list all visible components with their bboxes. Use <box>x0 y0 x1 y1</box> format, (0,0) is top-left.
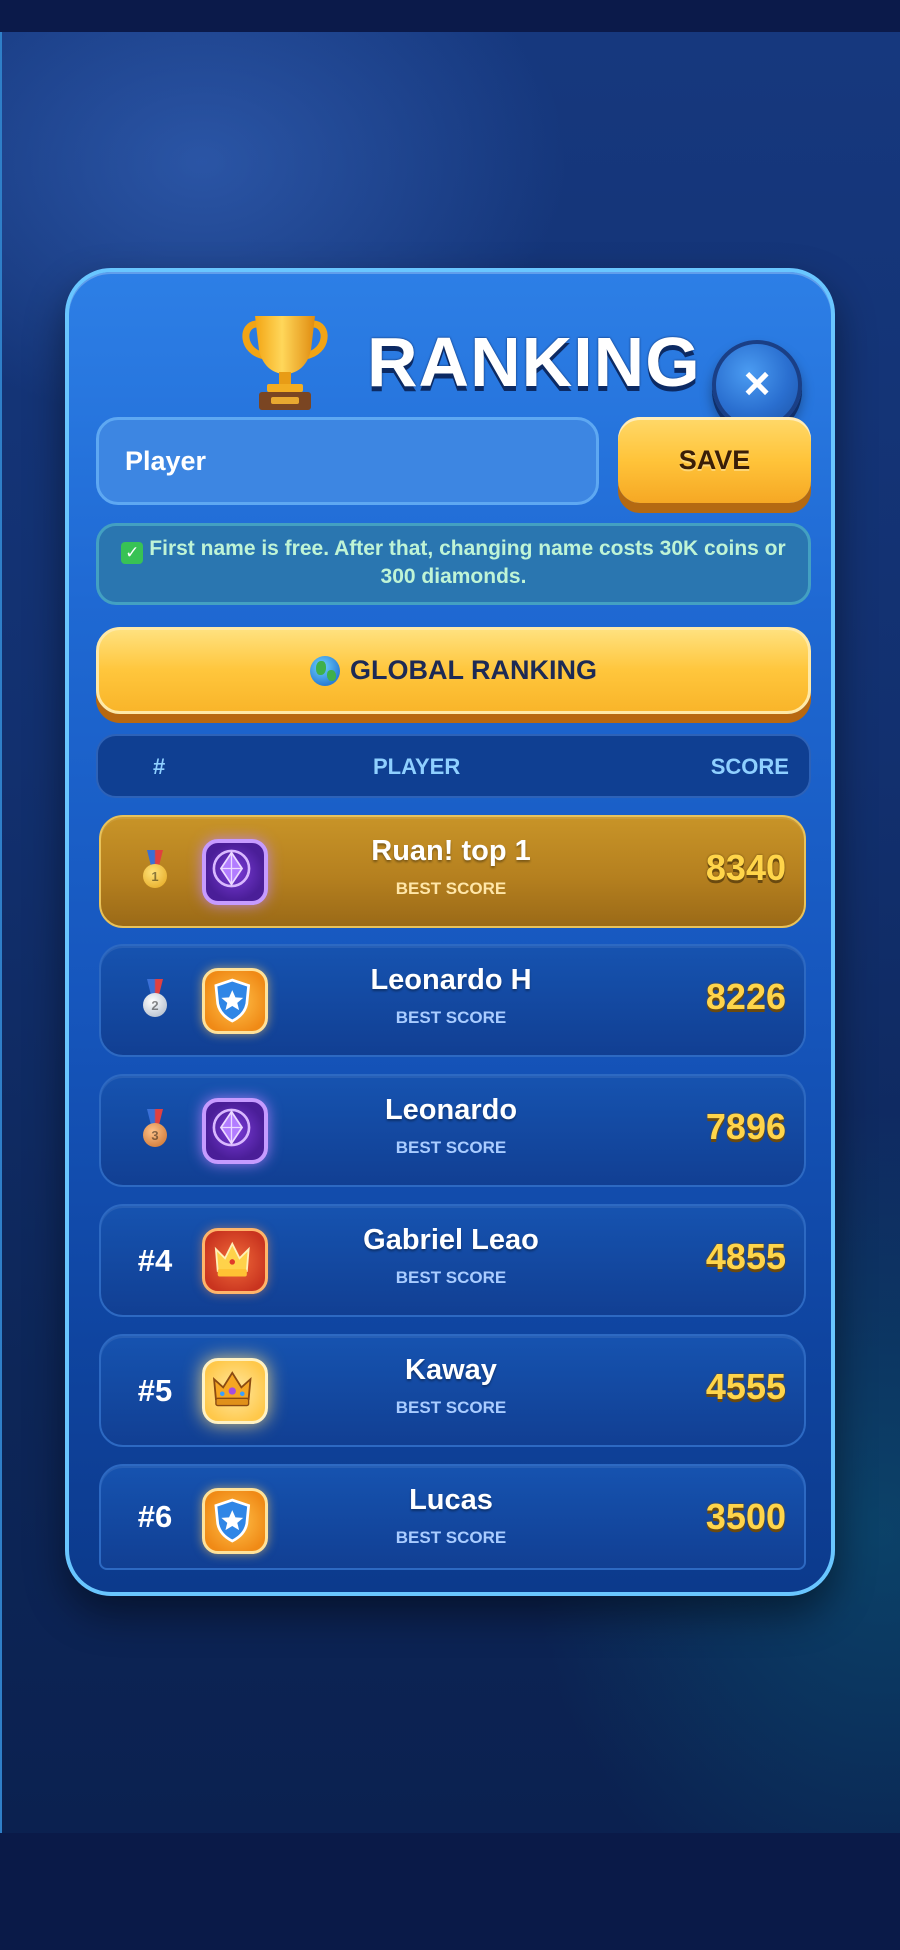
blue-star-shield-avatar-icon <box>202 968 268 1034</box>
bronze-medal-icon: 3 <box>141 1109 169 1153</box>
close-icon: × <box>743 357 771 409</box>
player-score: 8226 <box>705 976 786 1017</box>
notice-text: First name is free. After that, changing… <box>149 537 786 588</box>
player-score: 7896 <box>705 1106 786 1147</box>
player-name: Leonardo <box>384 1094 518 1126</box>
player-score: 4855 <box>705 1236 786 1277</box>
best-score-label: BEST SCORE <box>395 1268 507 1287</box>
best-score-label: BEST SCORE <box>395 1528 507 1547</box>
player-column-header: PLAYER <box>373 754 461 779</box>
ranking-row: 1 Ruan! top 1 BEST SCORE 8340 <box>99 815 806 928</box>
player-name: Gabriel Leao <box>363 1224 539 1256</box>
player-score: 4555 <box>705 1366 786 1407</box>
best-score-label: BEST SCORE <box>395 1398 507 1417</box>
page-title: RANKING <box>367 323 701 401</box>
best-score-label: BEST SCORE <box>395 879 507 898</box>
purple-crystal-avatar-icon <box>202 1098 268 1164</box>
player-name: Kaway <box>405 1354 497 1386</box>
rank-number: #4 <box>137 1242 173 1278</box>
ranking-row: #6 Lucas BEST SCORE 3500 <box>99 1464 806 1570</box>
name-change-notice: ✓ First name is free. After that, changin… <box>96 523 811 605</box>
bottom-bar <box>0 1833 900 1950</box>
best-score-label: BEST SCORE <box>395 1008 507 1027</box>
silver-medal-icon: 2 <box>141 979 169 1023</box>
globe-icon <box>310 655 340 686</box>
top-bar <box>0 0 900 32</box>
player-score: 3500 <box>705 1496 786 1537</box>
ranking-row: 3 Leonardo BEST SCORE 7896 <box>99 1074 806 1187</box>
player-score: 8340 <box>705 847 786 888</box>
player-name-input[interactable] <box>96 417 599 505</box>
save-button[interactable]: SAVE <box>618 417 811 503</box>
global-ranking-button[interactable]: GLOBAL RANKING <box>96 627 811 714</box>
title-row: RANKING × <box>69 310 831 430</box>
red-crown-avatar-icon <box>202 1228 268 1294</box>
gold-medal-icon: 1 <box>141 850 169 894</box>
ranking-panel: RANKING × SAVE ✓First name is free. Afte… <box>65 268 835 1596</box>
check-mark-icon: ✓ <box>121 542 144 564</box>
ranking-row: #5 Kaway BEST SCORE 4555 <box>99 1334 806 1447</box>
rank-number: #6 <box>137 1499 173 1534</box>
rank-column-header: # <box>153 754 166 779</box>
score-column-header: SCORE <box>710 754 789 779</box>
ranking-row: 2 Leonardo H BEST SCORE 8226 <box>99 944 806 1057</box>
global-ranking-label: GLOBAL RANKING <box>350 655 597 685</box>
rank-number: #5 <box>137 1372 173 1408</box>
player-name: Ruan! top 1 <box>371 835 531 867</box>
gold-crown-avatar-icon <box>202 1358 268 1424</box>
best-score-label: BEST SCORE <box>395 1138 507 1157</box>
table-header: # PLAYER SCORE <box>96 734 811 798</box>
player-name: Leonardo H <box>370 964 532 996</box>
ranking-row: #4 Gabriel Leao BEST SCORE 4855 <box>99 1204 806 1317</box>
blue-star-shield-avatar-icon <box>202 1488 268 1554</box>
player-name: Lucas <box>409 1484 493 1516</box>
purple-crystal-avatar-icon <box>202 839 268 905</box>
trophy-icon <box>242 316 328 410</box>
